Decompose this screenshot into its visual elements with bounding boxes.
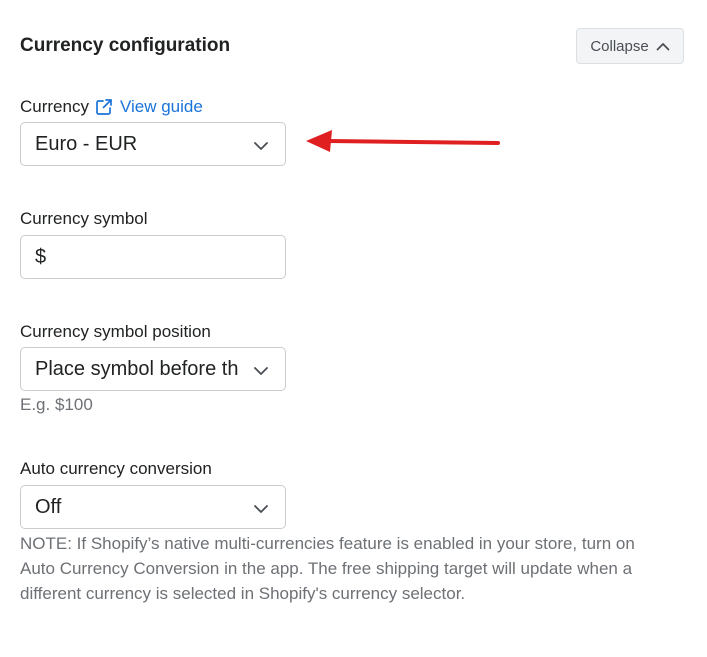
currency-select[interactable]: Euro - EUR bbox=[20, 122, 286, 166]
red-arrow-annotation bbox=[302, 128, 502, 161]
chevron-down-icon bbox=[253, 500, 269, 523]
currency-label-row: Currency View guide bbox=[20, 96, 203, 118]
currency-select-value: Euro - EUR bbox=[35, 132, 138, 155]
auto-conversion-note: NOTE: If Shopify’s native multi-currenci… bbox=[20, 534, 635, 603]
view-guide-link[interactable]: View guide bbox=[95, 96, 203, 118]
collapse-label: Collapse bbox=[590, 37, 649, 55]
symbol-position-value: Place symbol before th bbox=[35, 357, 239, 380]
currency-symbol-input[interactable]: $ bbox=[20, 235, 286, 279]
collapse-button[interactable]: Collapse bbox=[576, 28, 684, 64]
currency-symbol-value: $ bbox=[35, 245, 47, 268]
auto-conversion-label: Auto currency conversion bbox=[20, 459, 212, 478]
section-title: Currency configuration bbox=[20, 35, 231, 56]
currency-symbol-label: Currency symbol bbox=[20, 209, 148, 228]
symbol-position-select[interactable]: Place symbol before th bbox=[20, 347, 286, 391]
auto-conversion-select[interactable]: Off bbox=[20, 485, 286, 529]
view-guide-label: View guide bbox=[119, 97, 203, 116]
auto-conversion-value: Off bbox=[35, 495, 62, 518]
chevron-down-icon bbox=[253, 362, 269, 385]
symbol-position-hint: E.g. $100 bbox=[20, 395, 93, 414]
chevron-up-icon bbox=[656, 42, 670, 51]
chevron-down-icon bbox=[253, 137, 269, 160]
external-link-icon bbox=[95, 98, 113, 116]
symbol-position-label: Currency symbol position bbox=[20, 322, 211, 341]
currency-label: Currency bbox=[20, 97, 89, 116]
